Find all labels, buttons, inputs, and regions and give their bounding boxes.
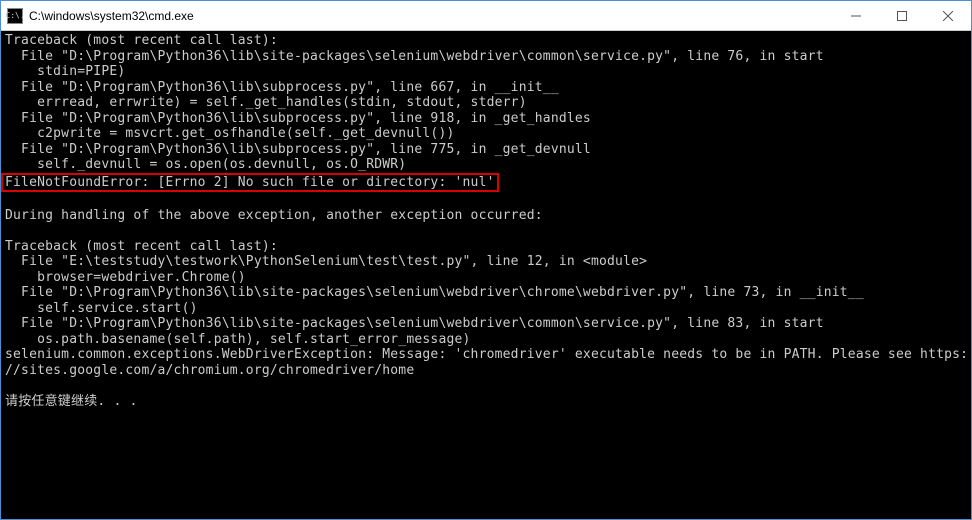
minimize-button[interactable] — [833, 1, 879, 30]
window-title: C:\windows\system32\cmd.exe — [29, 9, 833, 23]
press-any-key-prompt: 请按任意键继续. . . — [5, 394, 138, 409]
trace-line: File "D:\Program\Python36\lib\site-packa… — [5, 316, 824, 331]
trace-line: os.path.basename(self.path), self.start_… — [5, 332, 471, 347]
trace-line: stdin=PIPE) — [5, 64, 125, 79]
trace-line: File "D:\Program\Python36\lib\site-packa… — [5, 285, 864, 300]
trace-line: File "D:\Program\Python36\lib\site-packa… — [5, 49, 824, 64]
highlighted-error-line: FileNotFoundError: [Errno 2] No such fil… — [1, 173, 499, 193]
cmd-icon: C:\. — [7, 8, 23, 24]
trace-line: Traceback (most recent call last): — [5, 239, 278, 254]
trace-line: File "D:\Program\Python36\lib\subprocess… — [5, 142, 591, 157]
cmd-window: C:\. C:\windows\system32\cmd.exe Traceba… — [0, 0, 972, 520]
trace-line: self._devnull = os.open(os.devnull, os.O… — [5, 157, 406, 172]
trace-line: During handling of the above exception, … — [5, 208, 543, 223]
close-button[interactable] — [925, 1, 971, 30]
terminal-output[interactable]: Traceback (most recent call last): File … — [1, 31, 971, 519]
window-controls — [833, 1, 971, 30]
trace-line: selenium.common.exceptions.WebDriverExce… — [5, 347, 968, 362]
titlebar[interactable]: C:\. C:\windows\system32\cmd.exe — [1, 1, 971, 31]
trace-line: errread, errwrite) = self._get_handles(s… — [5, 95, 527, 110]
trace-line: Traceback (most recent call last): — [5, 33, 278, 48]
trace-line: File "D:\Program\Python36\lib\subprocess… — [5, 111, 591, 126]
trace-line: c2pwrite = msvcrt.get_osfhandle(self._ge… — [5, 126, 455, 141]
maximize-button[interactable] — [879, 1, 925, 30]
trace-line: File "D:\Program\Python36\lib\subprocess… — [5, 80, 559, 95]
trace-line: self.service.start() — [5, 301, 198, 316]
trace-line: File "E:\teststudy\testwork\PythonSeleni… — [5, 254, 647, 269]
trace-line: browser=webdriver.Chrome() — [5, 270, 246, 285]
trace-line: //sites.google.com/a/chromium.org/chrome… — [5, 363, 414, 378]
